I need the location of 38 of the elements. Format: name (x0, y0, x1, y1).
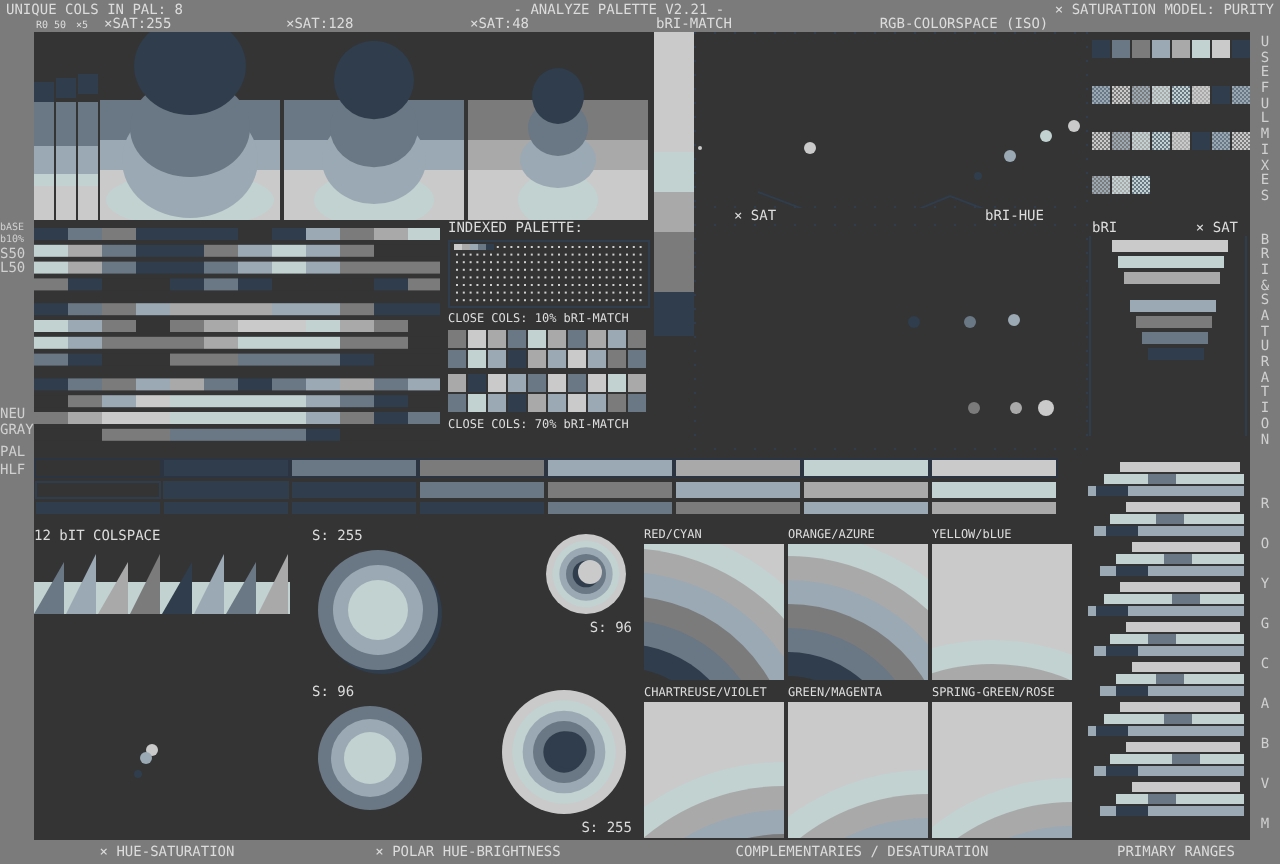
color-mix-swatch (1092, 176, 1110, 195)
color-mix-swatch (1132, 131, 1150, 149)
polar-hue-ring-drawing (312, 544, 444, 676)
color-mix-swatch (1192, 40, 1210, 58)
color-mix-swatch (1112, 176, 1130, 195)
color-mix-swatch (1112, 85, 1130, 104)
color-mix-swatch (1192, 131, 1210, 149)
polar-hue-ring-drawing (312, 700, 428, 816)
complementary-gradient-drawing (788, 702, 928, 838)
polar-hue-ring-drawing (496, 684, 632, 820)
color-mix-swatch (1152, 85, 1170, 104)
color-mix-swatch (1172, 85, 1190, 104)
color-mix-swatch (1112, 131, 1130, 149)
complementary-gradient-drawing (644, 544, 784, 680)
complementary-gradient-drawing (788, 544, 928, 680)
complementary-gradient-drawing (932, 702, 1072, 838)
color-mix-swatch (1092, 85, 1110, 104)
color-mix-swatch (1172, 40, 1190, 58)
complementary-gradient-drawing (932, 544, 1072, 680)
color-mix-swatch (1132, 40, 1150, 58)
color-mix-swatch (1112, 40, 1130, 58)
color-mix-swatch (1132, 176, 1150, 195)
hue-saturation-plot-drawing (134, 744, 158, 778)
color-mix-swatch (1232, 131, 1250, 149)
color-mix-swatch (1192, 85, 1210, 104)
color-mix-swatch (1132, 85, 1150, 104)
color-mix-swatch (1232, 85, 1250, 104)
color-mix-swatch (1212, 131, 1230, 149)
complementary-gradient-drawing (644, 702, 784, 838)
color-mix-swatch (1092, 131, 1110, 149)
color-mix-swatch (1232, 40, 1250, 58)
color-mix-swatch (1152, 40, 1170, 58)
color-mix-swatch (1172, 131, 1190, 149)
color-mix-swatch (1212, 85, 1230, 104)
color-mix-swatch (1152, 131, 1170, 149)
polar-hue-ring-drawing (540, 528, 632, 620)
color-mix-swatch (1212, 40, 1230, 58)
color-mix-swatch (1092, 40, 1110, 58)
